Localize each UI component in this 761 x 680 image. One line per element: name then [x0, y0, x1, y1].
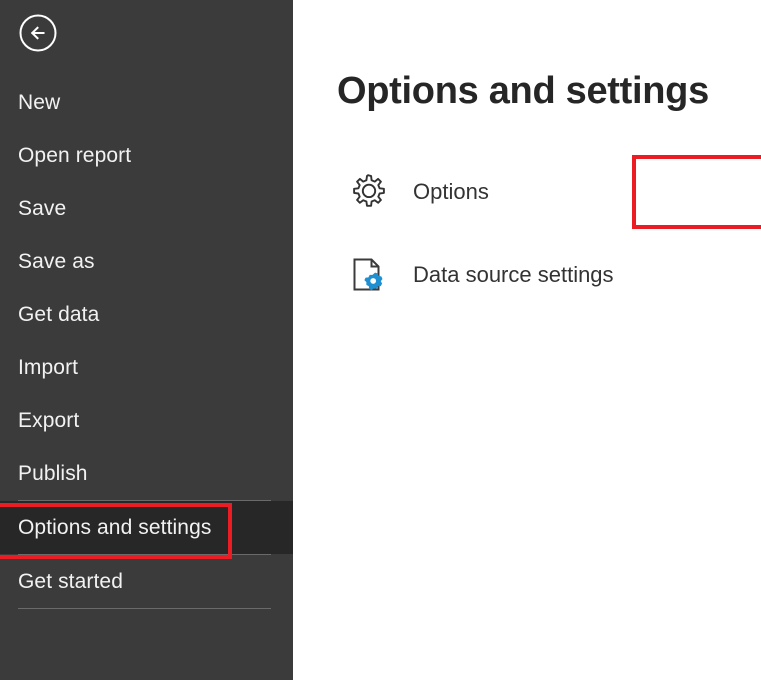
sidebar-separator: [18, 608, 271, 609]
sidebar-item-label: Open report: [18, 143, 132, 167]
data-source-settings-action-button[interactable]: Data source settings: [345, 251, 614, 299]
document-gear-icon: [345, 251, 391, 299]
sidebar-item-new[interactable]: New: [0, 76, 293, 129]
sidebar-item-label: Export: [18, 408, 80, 432]
annotation-rect-options-button: [632, 155, 761, 229]
sidebar-item-label: Import: [18, 355, 79, 379]
sidebar-item-save[interactable]: Save: [0, 182, 293, 235]
options-action-button[interactable]: Options: [345, 168, 489, 216]
gear-icon: [345, 168, 391, 216]
sidebar-item-get-data[interactable]: Get data: [0, 288, 293, 341]
sidebar-item-export[interactable]: Export: [0, 394, 293, 447]
sidebar-item-save-as[interactable]: Save as: [0, 235, 293, 288]
sidebar-item-label: Get started: [18, 569, 123, 593]
data-source-settings-action-label: Data source settings: [413, 262, 614, 287]
sidebar-item-label: Publish: [18, 461, 88, 485]
sidebar-item-options-and-settings[interactable]: Options and settings: [0, 501, 293, 554]
sidebar-item-open-report[interactable]: Open report: [0, 129, 293, 182]
options-action-label: Options: [413, 179, 489, 204]
sidebar-item-publish[interactable]: Publish: [0, 447, 293, 500]
sidebar-item-label: Options and settings: [18, 515, 212, 539]
backstage-nav-list: New Open report Save Save as Get data Import E…: [0, 76, 293, 609]
sidebar-item-label: New: [18, 90, 61, 114]
sidebar-item-import[interactable]: Import: [0, 341, 293, 394]
backstage-sidebar: New Open report Save Save as Get data Import E…: [0, 0, 293, 680]
sidebar-item-label: Save: [18, 196, 67, 220]
sidebar-item-label: Save as: [18, 249, 95, 273]
backstage-view: New Open report Save Save as Get data Import E…: [0, 0, 761, 680]
page-title: Options and settings: [337, 70, 709, 112]
back-arrow-circle-icon[interactable]: [18, 13, 58, 53]
backstage-content-pane: Options and settings Options Data source…: [293, 0, 761, 680]
sidebar-item-label: Get data: [18, 302, 100, 326]
sidebar-item-get-started[interactable]: Get started: [0, 555, 293, 608]
